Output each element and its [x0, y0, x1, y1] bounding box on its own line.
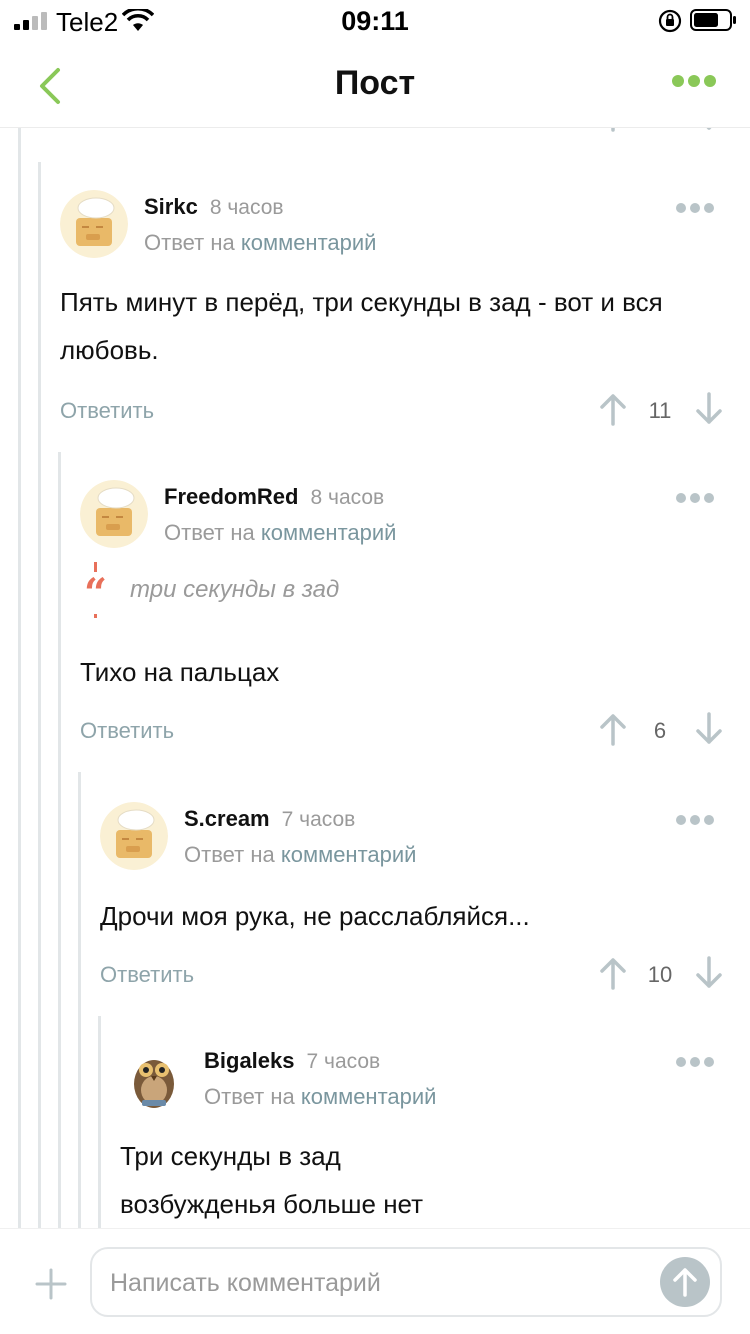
thread-line — [78, 772, 81, 1228]
arrow-up-icon[interactable] — [598, 128, 628, 132]
reply-to-link[interactable]: комментарий — [261, 520, 397, 545]
avatar-image — [100, 802, 168, 870]
comment-item: FreedomRed 8 часов Ответ на комментарий “… — [80, 480, 750, 750]
more-dots-icon[interactable] — [672, 74, 720, 98]
comment-composer: Написать комментарий — [0, 1228, 750, 1334]
avatar-image — [80, 480, 148, 548]
avatar-image — [120, 1044, 188, 1112]
avatar[interactable] — [60, 190, 128, 258]
reply-to-link[interactable]: комментарий — [281, 842, 417, 867]
reply-to-link[interactable]: комментарий — [241, 230, 377, 255]
comment-time: 7 часов — [306, 1050, 381, 1073]
reply-to-link[interactable]: комментарий — [301, 1084, 437, 1109]
arrow-up-icon[interactable] — [598, 712, 628, 746]
reply-to-line: Ответ на комментарий — [204, 1084, 436, 1110]
thread-line — [58, 452, 61, 1228]
thread-line — [98, 1016, 101, 1228]
reply-to-line: Ответ на комментарий — [164, 520, 396, 546]
avatar[interactable] — [100, 802, 168, 870]
reply-prefix: Ответ на — [144, 230, 235, 255]
reply-to-line: Ответ на комментарий — [184, 842, 416, 868]
comment-author[interactable]: Sirkc 8 часов — [144, 194, 284, 220]
avatar[interactable] — [80, 480, 148, 548]
arrow-up-icon[interactable] — [598, 956, 628, 990]
reply-button[interactable]: Ответить — [60, 398, 154, 424]
comment-author[interactable]: Bigaleks 7 часов — [204, 1048, 380, 1074]
comment-item: Bigaleks 7 часов Ответ на комментарий Три… — [120, 1044, 750, 1228]
reply-button[interactable]: Ответить — [80, 718, 174, 744]
nav-bar: Пост — [0, 44, 750, 128]
send-button[interactable] — [660, 1257, 710, 1307]
comments-list: Sirkc 8 часов Ответ на комментарий Пять м… — [0, 128, 750, 1228]
more-dots-icon[interactable] — [676, 200, 720, 216]
status-bar: Tele2 09:11 — [0, 0, 750, 44]
reply-prefix: Ответ на — [164, 520, 255, 545]
reply-prefix: Ответ на — [204, 1084, 295, 1109]
quote-block: “ три секунды в зад — [80, 562, 680, 622]
send-arrow-icon — [673, 1268, 697, 1297]
reply-to-line: Ответ на комментарий — [144, 230, 376, 256]
author-name[interactable]: S.cream — [184, 806, 270, 831]
comment-text-line: Три секунды в зад — [120, 1141, 341, 1171]
page-title: Пост — [334, 64, 416, 102]
comment-time: 7 часов — [281, 808, 356, 831]
author-name[interactable]: Sirkc — [144, 194, 198, 219]
comment-input[interactable]: Написать комментарий — [90, 1247, 722, 1317]
more-dots-icon[interactable] — [676, 1054, 720, 1070]
comment-time: 8 часов — [209, 196, 284, 219]
comment-text: Пять минут в перёд, три секунды в зад - … — [60, 287, 663, 365]
comment-text: Дрочи моя рука, не расслабляйся... — [100, 901, 530, 931]
comment-author[interactable]: FreedomRed 8 часов — [164, 484, 384, 510]
quote-mark-icon: “ — [84, 570, 108, 617]
thread-line — [18, 128, 21, 1228]
rotation-lock-icon — [658, 9, 682, 33]
author-name[interactable]: FreedomRed — [164, 484, 298, 509]
reply-prefix: Ответ на — [184, 842, 275, 867]
comment-item: S.cream 7 часов Ответ на комментарий Дроч… — [100, 802, 750, 1002]
comment-item: Sirkc 8 часов Ответ на комментарий Пять м… — [60, 190, 750, 450]
arrow-down-icon[interactable] — [694, 956, 724, 990]
vote-count: 11 — [648, 398, 672, 423]
more-dots-icon[interactable] — [676, 812, 720, 828]
comment-author[interactable]: S.cream 7 часов — [184, 806, 355, 832]
comment-text: Тихо на пальцах — [80, 657, 280, 687]
author-name[interactable]: Bigaleks — [204, 1048, 295, 1073]
arrow-down-icon[interactable] — [694, 712, 724, 746]
reply-button[interactable]: Ответить — [100, 962, 194, 988]
arrow-down-icon[interactable] — [694, 128, 724, 132]
vote-count: 6 — [653, 718, 667, 743]
avatar[interactable] — [120, 1044, 188, 1112]
arrow-up-icon[interactable] — [598, 392, 628, 426]
battery-icon — [690, 9, 736, 31]
comment-input-placeholder: Написать комментарий — [110, 1269, 381, 1297]
quote-text: три секунды в зад — [130, 576, 340, 603]
arrow-down-icon[interactable] — [694, 392, 724, 426]
previous-comment-actions — [0, 128, 750, 138]
plus-icon[interactable] — [34, 1267, 68, 1301]
comment-text-line: возбужденья больше нет — [120, 1189, 424, 1219]
status-time: 09:11 — [341, 6, 409, 36]
more-dots-icon[interactable] — [676, 490, 720, 506]
comment-time: 8 часов — [310, 486, 385, 509]
comment-text: Три секунды в зад возбужденья больше нет — [120, 1132, 700, 1228]
avatar-image — [60, 190, 128, 258]
vote-count: 10 — [647, 962, 673, 987]
thread-line — [38, 162, 41, 1228]
